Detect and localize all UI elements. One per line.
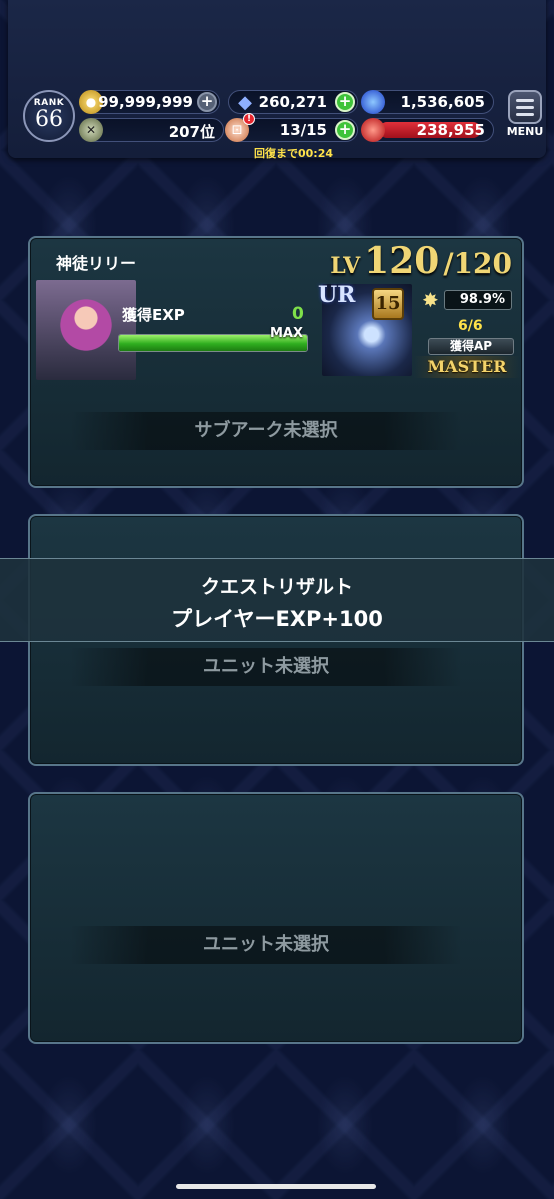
- blue-orb-icon: [361, 90, 385, 114]
- ap-fraction: 6/6: [458, 318, 483, 334]
- unit-slot-3-label: ユニット未選択: [203, 934, 329, 955]
- unit-slot-3[interactable]: ユニット未選択: [28, 792, 524, 1044]
- quest-result-title: クエストリザルト: [200, 576, 353, 598]
- red-orb-icon: [361, 118, 385, 142]
- unit-slot-2-label: ユニット未選択: [203, 656, 329, 677]
- unit-slot-3-stripe: ユニット未選択: [70, 926, 462, 964]
- exp-label: 獲得EXP: [122, 306, 185, 324]
- level-prefix: LV: [330, 253, 361, 279]
- home-indicator[interactable]: [176, 1184, 376, 1189]
- level-max: /120: [443, 247, 512, 280]
- menu-label: MENU: [506, 125, 544, 138]
- exp-max-label: MAX: [270, 326, 304, 341]
- exp-value: 0: [292, 304, 304, 324]
- level-current: 120: [364, 240, 440, 282]
- unit-level: LV 120 /120: [330, 240, 512, 282]
- unit-result-card[interactable]: 神徒リリー LV 120 /120 獲得EXP 0 MAX UR 15 ✸ 98…: [28, 236, 524, 488]
- rank-value: 66: [35, 107, 63, 132]
- crystal-icon: ◆: [238, 91, 252, 113]
- player-exp-gain: プレイヤーEXP+100: [171, 607, 383, 631]
- recover-timer: 回復まで00:24: [254, 147, 334, 160]
- add-crystal-button[interactable]: +: [335, 92, 355, 112]
- weapon-level: 15: [372, 288, 404, 320]
- blue-orb-counter: 1,536,605: [361, 90, 494, 114]
- blue-orb-value: 1,536,605: [400, 93, 485, 111]
- alert-badge-icon: !: [243, 113, 255, 125]
- red-orb-value: 238,955: [416, 121, 485, 139]
- red-orb-counter: 238,955: [361, 118, 494, 142]
- sparkle-icon: ✸: [422, 288, 439, 312]
- ap-label: 獲得AP: [428, 338, 514, 355]
- weapon-percent: 98.9%: [444, 290, 512, 310]
- menu-button[interactable]: MENU: [504, 90, 546, 138]
- crystal-counter: ◆ 260,271 +: [228, 90, 358, 114]
- stamina-value: 13/15: [279, 121, 327, 139]
- stamina-counter: ⚀ ! 13/15 +: [225, 113, 358, 142]
- hamburger-icon: [508, 90, 542, 124]
- gold-counter: ● 99,999,999 +: [79, 90, 220, 114]
- ranking-value: 207位: [168, 123, 215, 141]
- quest-result-banner: クエストリザルト プレイヤーEXP+100: [0, 558, 554, 642]
- unit-slot-2-stripe: ユニット未選択: [70, 648, 462, 686]
- weapon-rarity: UR: [318, 282, 356, 308]
- crystal-value: 260,271: [258, 93, 327, 111]
- ranking-counter: ✕ 207位: [79, 118, 224, 142]
- sub-arc-label: サブアーク未選択: [194, 420, 338, 441]
- add-stamina-button[interactable]: +: [335, 120, 355, 140]
- add-gold-button[interactable]: +: [197, 92, 217, 112]
- unit-name: 神徒リリー: [56, 254, 137, 273]
- mastery-badge: MASTER: [414, 356, 520, 378]
- player-rank-badge[interactable]: RANK 66: [23, 90, 75, 142]
- top-status-bar: RANK 66 ● 99,999,999 + ◆ 260,271 + 1,536…: [8, 0, 546, 160]
- gold-value: 99,999,999: [98, 93, 193, 111]
- sub-arc-slot[interactable]: サブアーク未選択: [70, 412, 462, 450]
- crossed-swords-icon: ✕: [79, 118, 103, 142]
- unit-portrait[interactable]: [36, 280, 136, 380]
